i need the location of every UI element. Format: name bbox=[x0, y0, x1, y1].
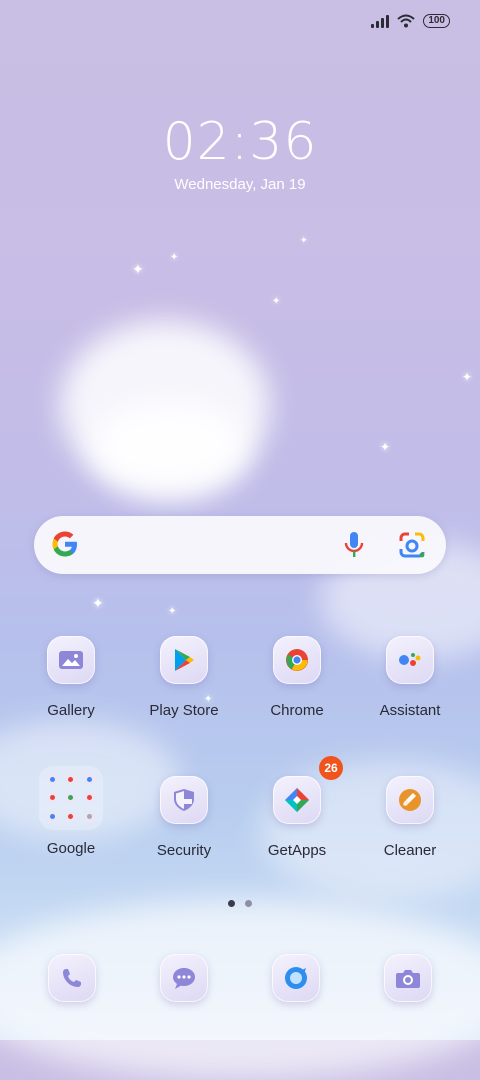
app-label: Cleaner bbox=[383, 842, 437, 859]
app-label: Chrome bbox=[270, 702, 324, 719]
app-cleaner[interactable]: Cleaner bbox=[355, 776, 465, 859]
mic-icon[interactable] bbox=[342, 530, 366, 560]
clock-time[interactable]: 02:36 bbox=[0, 112, 480, 172]
app-assistant[interactable]: Assistant bbox=[355, 636, 465, 719]
app-label: Security bbox=[156, 842, 212, 859]
page-indicator bbox=[0, 900, 480, 907]
app-label: Play Store bbox=[149, 702, 219, 719]
browser-icon[interactable] bbox=[272, 954, 320, 1002]
page-dot[interactable] bbox=[245, 900, 252, 907]
google-search-bar[interactable] bbox=[34, 516, 446, 574]
notification-badge: 26 bbox=[319, 756, 343, 780]
signal-icon bbox=[371, 14, 390, 28]
app-gallery[interactable]: Gallery bbox=[16, 636, 126, 719]
app-google-folder[interactable]: Google bbox=[16, 766, 126, 857]
camera-icon[interactable] bbox=[384, 954, 432, 1002]
gallery-icon bbox=[47, 636, 95, 684]
app-label: GetApps bbox=[267, 842, 327, 859]
app-chrome[interactable]: Chrome bbox=[242, 636, 352, 719]
wifi-icon bbox=[397, 14, 415, 28]
cleaner-icon bbox=[386, 776, 434, 824]
google-logo-icon bbox=[52, 531, 77, 557]
messages-icon[interactable] bbox=[160, 954, 208, 1002]
battery-indicator: 100 bbox=[423, 14, 450, 28]
app-security[interactable]: Security bbox=[129, 776, 239, 859]
phone-icon[interactable] bbox=[48, 954, 96, 1002]
clock-date[interactable]: Wednesday, Jan 19 bbox=[0, 176, 480, 193]
assistant-icon bbox=[386, 636, 434, 684]
app-label: Assistant bbox=[379, 702, 441, 719]
page-dot-active[interactable] bbox=[228, 900, 235, 907]
app-getapps[interactable]: 26 GetApps bbox=[242, 756, 352, 859]
status-bar: 100 bbox=[371, 14, 450, 28]
chrome-icon bbox=[273, 636, 321, 684]
google-lens-icon[interactable] bbox=[398, 531, 426, 559]
google-folder-icon bbox=[39, 766, 103, 830]
app-play-store[interactable]: Play Store bbox=[129, 636, 239, 719]
play-store-icon bbox=[160, 636, 208, 684]
getapps-icon: 26 bbox=[273, 756, 343, 824]
app-label: Gallery bbox=[47, 702, 95, 719]
security-icon bbox=[160, 776, 208, 824]
app-label: Google bbox=[46, 840, 96, 857]
